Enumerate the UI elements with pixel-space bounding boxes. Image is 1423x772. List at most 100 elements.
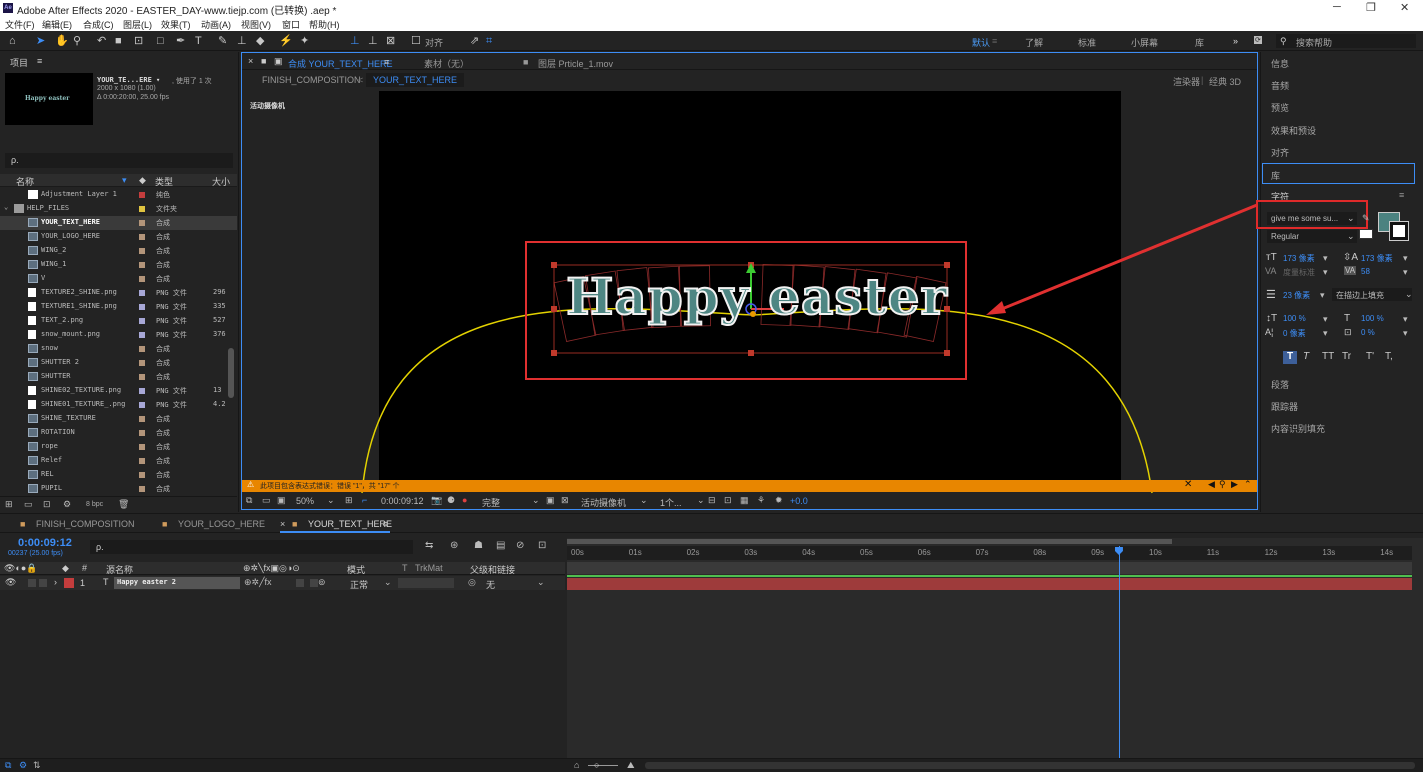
world-axis-icon[interactable]: ⊥ xyxy=(368,34,378,48)
leading-value[interactable]: 173 像素 xyxy=(1361,253,1393,264)
new-comp-icon[interactable]: ⊡ xyxy=(43,499,51,510)
brush-tool-icon[interactable]: ✎ xyxy=(218,34,227,48)
layer-switches-toggle-icon[interactable]: ⧉ xyxy=(5,760,11,771)
col-mode[interactable]: 模式 xyxy=(347,563,365,576)
draft-3d-icon[interactable]: ⊛ xyxy=(450,540,458,551)
project-item[interactable]: V 合成 xyxy=(0,272,237,286)
project-search-input[interactable]: ρ. xyxy=(5,153,233,168)
label-col-icon[interactable]: ◆ xyxy=(139,175,146,186)
character-menu-icon[interactable]: ≡ xyxy=(1399,190,1404,200)
project-item[interactable]: SHINE_TEXTURE 合成 xyxy=(0,412,237,426)
project-item[interactable]: TEXTURE2_SHINE.png PNG 文件 296 xyxy=(0,286,237,300)
project-item[interactable]: SHINE02_TEXTURE.png PNG 文件 13 xyxy=(0,384,237,398)
color-channels-icon[interactable]: ● xyxy=(462,495,467,505)
project-item[interactable]: WING_2 合成 xyxy=(0,244,237,258)
pick-whip-icon[interactable]: ◎ xyxy=(468,577,476,588)
warning-prev-icon[interactable]: ◀ xyxy=(1208,479,1215,490)
label-color[interactable] xyxy=(139,276,145,282)
label-color[interactable] xyxy=(139,318,145,324)
menu-window[interactable]: 窗口 xyxy=(282,18,300,31)
restore-icon[interactable]: ❐ xyxy=(1366,1,1376,14)
playhead-line[interactable] xyxy=(1118,546,1120,772)
workspace-small-screen[interactable]: 小屏幕 xyxy=(1131,36,1158,49)
time-ruler[interactable]: 00s 01s 02s 03s 04s 05s 06s 07s 08s 09s 10s 11s 12s 1… xyxy=(567,546,1412,560)
stroke-color-swatch[interactable] xyxy=(1389,221,1409,241)
label-color[interactable] xyxy=(139,430,145,436)
stroke-mode-dropdown-icon[interactable]: ⌄ xyxy=(1405,289,1413,300)
zoom-slider-track[interactable] xyxy=(588,765,618,766)
label-color[interactable] xyxy=(139,290,145,296)
project-item[interactable]: Adjustment Layer 1 纯色 xyxy=(0,188,237,202)
project-item[interactable]: SHUTTER 合成 xyxy=(0,370,237,384)
project-item[interactable]: snow 合成 xyxy=(0,342,237,356)
workspace-learn[interactable]: 了解 xyxy=(1025,36,1043,49)
stroke-width-dropdown-icon[interactable]: ▾ xyxy=(1320,290,1325,301)
sort-icon[interactable]: ▾ xyxy=(122,175,127,186)
label-color[interactable] xyxy=(139,304,145,310)
trkmat-select[interactable] xyxy=(398,578,454,588)
layer-switches-icons[interactable]: ⊕✲╱fx xyxy=(244,577,272,588)
tsume-dropdown-icon[interactable]: ▾ xyxy=(1403,328,1408,339)
parent-dropdown-icon[interactable]: ⌄ xyxy=(537,577,545,588)
project-item[interactable]: SHINE01_TEXTURE_.png PNG 文件 4.2 xyxy=(0,398,237,412)
label-color[interactable] xyxy=(139,206,145,212)
camera-tool-icon[interactable]: ■ xyxy=(115,34,122,48)
label-color[interactable] xyxy=(139,220,145,226)
adjustment-toggle[interactable] xyxy=(310,579,318,587)
monitor-icon[interactable]: ▭ xyxy=(262,495,271,506)
hand-tool-icon[interactable]: ✋ xyxy=(55,34,69,48)
zoom-in-icon[interactable]: ⛰ xyxy=(627,760,635,771)
font-size-value[interactable]: 173 像素 xyxy=(1283,253,1315,264)
eyedropper-icon[interactable]: ✎ xyxy=(1362,213,1370,224)
label-color[interactable] xyxy=(139,332,145,338)
show-snapshot-icon[interactable]: ⚈ xyxy=(447,495,455,506)
project-item[interactable]: ⌄ HELP_FILES 文件夹 xyxy=(0,202,237,216)
project-item[interactable]: ROTATION 合成 xyxy=(0,426,237,440)
project-scrollbar[interactable] xyxy=(228,348,234,398)
label-color[interactable] xyxy=(139,262,145,268)
transparency-grid-icon[interactable]: ⊠ xyxy=(561,495,569,506)
sync-icon[interactable]: ⟳ xyxy=(1254,36,1262,44)
render-time-icon[interactable]: ⇅ xyxy=(33,760,41,771)
label-color[interactable] xyxy=(139,458,145,464)
warning-close-icon[interactable]: ✕ xyxy=(1184,479,1192,490)
layer-name-field[interactable]: Happy easter 2 xyxy=(114,577,240,589)
panel-paragraph[interactable]: 段落 xyxy=(1271,378,1289,391)
layer-duration-bar[interactable] xyxy=(567,578,1412,590)
expand-layer-icon[interactable]: › xyxy=(54,577,57,587)
lock-toggle[interactable] xyxy=(39,579,47,587)
always-preview-icon[interactable]: ⧉ xyxy=(246,495,252,506)
stroke-mode-select[interactable]: 在描边上填充 xyxy=(1332,288,1412,301)
baseline-dropdown-icon[interactable]: ▾ xyxy=(1323,328,1328,339)
fast-preview-icon[interactable]: ⊡ xyxy=(724,495,732,506)
views-dropdown-icon[interactable]: ⌄ xyxy=(697,495,705,506)
workspace-default[interactable]: 默认 xyxy=(972,36,990,49)
warning-find-icon[interactable]: ⚲ xyxy=(1219,479,1226,490)
interpret-footage-icon[interactable]: ⊞ xyxy=(5,499,13,510)
zoom-dropdown-icon[interactable]: ⌄ xyxy=(327,495,335,506)
motion-blur-toggle[interactable] xyxy=(296,579,304,587)
col-type[interactable]: 类型 xyxy=(155,175,173,188)
col-size[interactable]: 大小 xyxy=(212,175,230,188)
horizontal-scale-value[interactable]: 100 % xyxy=(1361,314,1384,323)
zoom-out-icon[interactable]: ⌂ xyxy=(574,760,579,770)
timeline-tab-menu-icon[interactable]: ≡ xyxy=(383,519,388,529)
panel-library-box[interactable] xyxy=(1262,163,1415,184)
label-color[interactable] xyxy=(139,486,145,492)
tracking-value[interactable]: 58 xyxy=(1361,267,1370,276)
tsume-value[interactable]: 0 % xyxy=(1361,328,1375,337)
panel-content-aware-fill[interactable]: 内容识别填充 xyxy=(1271,422,1325,435)
comp-mini-flowchart-icon[interactable]: ⇆ xyxy=(425,540,433,551)
label-color[interactable] xyxy=(139,346,145,352)
timeline-search-input[interactable]: ρ. xyxy=(90,540,413,554)
type-tool-icon[interactable]: T xyxy=(195,34,202,48)
view-axis-icon[interactable]: ⊠ xyxy=(386,34,395,48)
layer-row[interactable]: 👁 › 1 T Happy easter 2 ⊕✲╱fx ⊚ 正常 ⌄ ◎ 无 … xyxy=(0,576,565,590)
more-workspaces-icon[interactable]: » xyxy=(1233,36,1238,46)
project-item[interactable]: YOUR_TEXT_HERE 合成 xyxy=(0,216,237,230)
project-item[interactable]: REL 合成 xyxy=(0,468,237,482)
exposure-icon[interactable]: ✹ xyxy=(775,495,783,506)
panel-info[interactable]: 信息 xyxy=(1271,57,1289,70)
close-icon[interactable]: ✕ xyxy=(1400,1,1409,14)
project-item[interactable]: YOUR_LOGO_HERE 合成 xyxy=(0,230,237,244)
